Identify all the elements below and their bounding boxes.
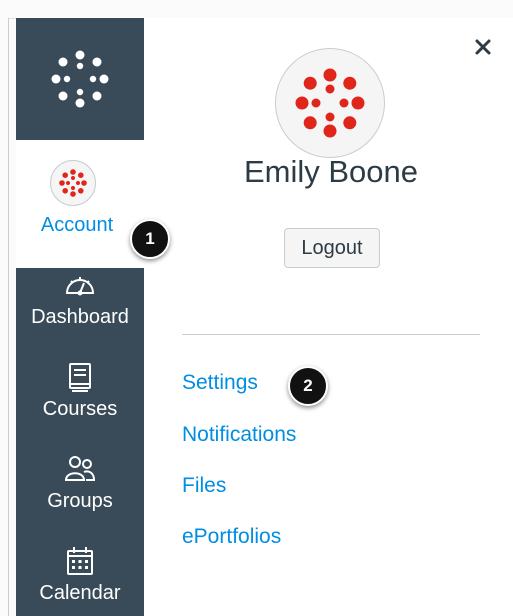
sidebar-item-label: Calendar	[39, 582, 121, 604]
close-icon	[475, 39, 491, 55]
sidebar-item-courses[interactable]: Courses	[16, 360, 144, 421]
sidebar-item-label: Courses	[42, 398, 118, 420]
calendar-icon	[67, 547, 93, 575]
dashboard-gauge-icon	[65, 277, 95, 296]
sidebar-item-groups[interactable]: Groups	[16, 452, 144, 513]
sidebar-item-account[interactable]: Account	[16, 140, 144, 268]
sidebar-item-label: Groups	[47, 490, 113, 512]
callout-badge-2: 2	[288, 366, 328, 406]
book-icon	[69, 363, 91, 392]
sidebar-item-label: Account	[40, 214, 114, 236]
user-avatar-icon	[295, 68, 365, 138]
sidebar-item-calendar[interactable]: Calendar	[16, 544, 144, 605]
settings-link[interactable]: Settings	[182, 371, 258, 395]
logout-button[interactable]: Logout	[284, 228, 380, 268]
global-nav-sidebar: Account Dashboard Courses Groups Calenda…	[16, 18, 144, 616]
canvas-logo-icon	[51, 50, 109, 108]
profile-avatar	[275, 48, 385, 158]
page: Account Dashboard Courses Groups Calenda…	[0, 0, 513, 616]
files-link[interactable]: Files	[182, 474, 226, 498]
callout-badge-1: 1	[130, 219, 170, 259]
sidebar-item-dashboard[interactable]: Dashboard	[16, 268, 144, 329]
close-button[interactable]	[468, 32, 498, 62]
user-avatar-icon	[50, 160, 96, 206]
user-name: Emily Boone	[243, 154, 419, 189]
sidebar-item-label: Dashboard	[31, 306, 129, 328]
eportfolios-link[interactable]: ePortfolios	[182, 525, 281, 549]
groups-icon	[64, 456, 96, 481]
account-tray: Emily Boone Logout Settings Notification…	[144, 18, 513, 616]
notifications-link[interactable]: Notifications	[182, 423, 296, 447]
canvas-logo-link[interactable]	[16, 18, 144, 140]
divider	[182, 334, 480, 335]
frame-left-border	[8, 18, 9, 616]
